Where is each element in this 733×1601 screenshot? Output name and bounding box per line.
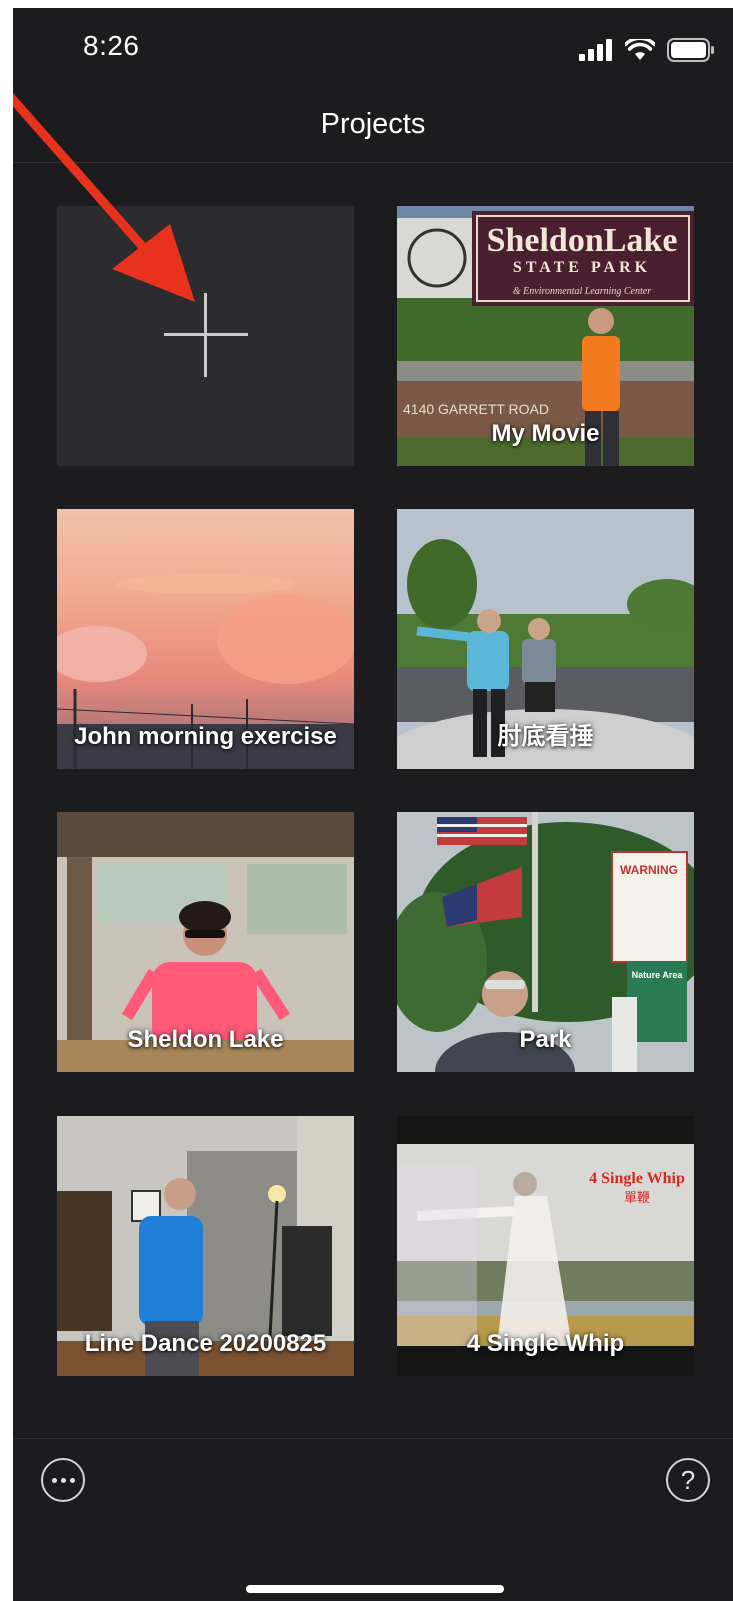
project-title: 4 Single Whip — [466, 1330, 625, 1357]
more-icon — [51, 1477, 57, 1483]
more-options-button[interactable] — [41, 1458, 85, 1502]
project-tile[interactable]: 4 Single Whip 單鞭 4 Single Whip — [397, 1116, 694, 1376]
project-tile[interactable]: John morning exercise — [57, 509, 354, 769]
project-title: John morning exercise — [74, 723, 337, 750]
project-grid: SheldonLake STATE PARK & Environmental L… — [13, 8, 733, 1458]
help-button[interactable]: ? — [666, 1458, 710, 1502]
toolbar-divider — [13, 1438, 733, 1439]
project-tile[interactable]: Sheldon Lake — [57, 812, 354, 1072]
sign-title-text: SheldonLake — [487, 222, 678, 259]
home-indicator[interactable] — [246, 1585, 504, 1593]
warning-sign-text: WARNING — [620, 863, 678, 877]
sign-center-text: & Environmental Learning Center — [513, 286, 651, 297]
project-title: Park — [519, 1026, 572, 1053]
project-title: Line Dance 20200825 — [84, 1330, 327, 1357]
new-project-button[interactable] — [57, 206, 354, 466]
project-title: 肘底看捶 — [497, 723, 594, 750]
project-tile[interactable]: SheldonLake STATE PARK & Environmental L… — [397, 206, 694, 466]
project-tile[interactable]: Line Dance 20200825 — [57, 1116, 354, 1376]
nature-sign-text: Nature Area — [632, 970, 684, 980]
project-title: Sheldon Lake — [127, 1026, 284, 1053]
help-icon: ? — [680, 1464, 696, 1495]
project-tile[interactable]: WARNING Nature Area Park — [397, 812, 694, 1072]
more-icon-dot — [69, 1477, 75, 1483]
project-title: My Movie — [491, 420, 600, 447]
road-text: 4140 GARRETT ROAD — [403, 401, 549, 417]
project-tile[interactable]: 肘底看捶 — [397, 509, 694, 769]
plus-icon-vertical — [204, 293, 207, 377]
whip-en-text: 4 Single Whip — [589, 1170, 685, 1187]
sign-sub-text: STATE PARK — [513, 259, 651, 276]
whip-zh-text: 單鞭 — [624, 1191, 650, 1206]
more-icon-dot — [60, 1477, 66, 1483]
app-screen: 8:26 Projects SheldonLake STATE PARK & E… — [13, 8, 733, 1601]
